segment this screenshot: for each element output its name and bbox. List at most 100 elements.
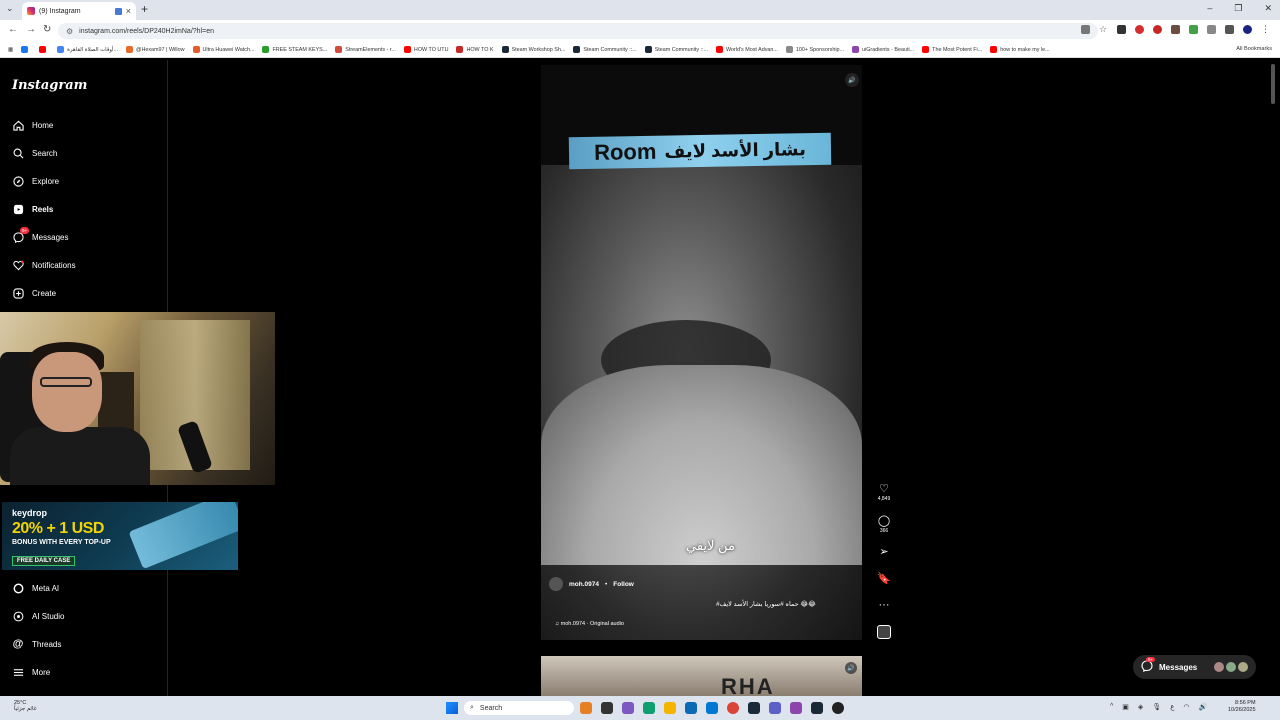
more-options-action[interactable]: ··· <box>874 599 894 611</box>
browser-menu-icon[interactable]: ⋮ <box>1261 25 1270 34</box>
next-reel-video[interactable]: RHA <box>541 656 862 696</box>
sidebar-item-home[interactable]: Home <box>12 119 53 131</box>
extension-icon[interactable] <box>1153 25 1162 34</box>
media-playing-icon[interactable] <box>114 7 122 15</box>
bookmark-item[interactable]: Steam Workshop Sh... <box>501 46 565 53</box>
chevron-up-icon[interactable]: ^ <box>1110 703 1113 711</box>
address-bar[interactable]: ⚙ instagram.com/reels/DP240H2imNa/?hl=en <box>58 23 1098 39</box>
extension-icon[interactable] <box>1117 25 1126 34</box>
taskbar-app-icon[interactable] <box>580 702 592 714</box>
apps-grid-icon[interactable]: ▦ <box>8 47 13 53</box>
sidebar-item-ai-studio[interactable]: AI Studio <box>12 610 64 622</box>
start-button[interactable] <box>446 702 458 714</box>
bookmark-item[interactable]: Steam Community ::... <box>644 46 708 53</box>
bookmark-item[interactable]: أوقات الصلاة القاهرة... <box>57 46 118 53</box>
forward-icon[interactable]: → <box>26 24 36 35</box>
wifi-icon[interactable]: ◠ <box>1183 703 1189 711</box>
bookmark-item[interactable]: @Hexam97 | Willow <box>126 46 185 53</box>
share-icon[interactable]: ➢ <box>879 546 888 558</box>
author-avatar[interactable] <box>549 577 563 591</box>
sidebar-item-more[interactable]: More <box>12 666 50 678</box>
bookmark-item[interactable]: World's Most Advan... <box>716 46 778 53</box>
bookmark-item[interactable]: The Most Potent Fi... <box>922 46 982 53</box>
bookmark-item[interactable]: how to make my le... <box>990 46 1050 53</box>
comment-icon[interactable]: ◯ <box>878 515 890 527</box>
steam-icon[interactable] <box>748 702 760 714</box>
tab-search-icon[interactable]: ⌄ <box>6 3 14 14</box>
speaker-icon[interactable]: 🔊 <box>1199 703 1208 711</box>
taskbar-app-icon[interactable] <box>685 702 697 714</box>
microphone-icon[interactable]: 🎙 <box>1152 703 1161 711</box>
language-icon[interactable]: ع <box>1170 703 1174 711</box>
save-action[interactable]: 🔖 <box>874 573 894 585</box>
extension-icon[interactable] <box>1135 25 1144 34</box>
sidebar-item-threads[interactable]: @ Threads <box>12 638 62 650</box>
taskbar-app-icon[interactable] <box>622 702 634 714</box>
taskbar-app-icon[interactable] <box>601 702 613 714</box>
profile-avatar[interactable] <box>1243 25 1252 34</box>
ad-free-case-button[interactable]: FREE DAILY CASE <box>12 556 76 566</box>
tray-app-icon[interactable]: ◈ <box>1138 703 1143 711</box>
steam-icon[interactable] <box>811 702 823 714</box>
teams-icon[interactable] <box>769 702 781 714</box>
restore-icon[interactable]: ❐ <box>1234 3 1242 14</box>
back-icon[interactable]: ← <box>8 24 18 35</box>
sidebar-item-meta-ai[interactable]: Meta AI <box>12 582 59 594</box>
keydrop-ad-banner[interactable]: keydrop 20% + 1 USD BONUS WITH EVERY TOP… <box>2 502 238 570</box>
instagram-logo[interactable]: Instagram <box>12 78 87 93</box>
author-username[interactable]: moh.0974 <box>569 581 599 588</box>
share-action[interactable]: ➢ <box>874 546 894 558</box>
taskbar-app-icon[interactable] <box>832 702 844 714</box>
close-window-icon[interactable]: ✕ <box>1264 3 1272 14</box>
cast-icon[interactable] <box>1081 25 1090 34</box>
sidebar-item-notifications[interactable]: Notifications <box>12 259 76 271</box>
extension-icon[interactable] <box>1189 25 1198 34</box>
bookmark-icon[interactable]: 🔖 <box>877 573 891 585</box>
browser-tab-instagram[interactable]: (9) Instagram × <box>22 2 136 20</box>
sidebar-item-reels[interactable]: Reels <box>12 203 53 215</box>
reel-description[interactable]: #حماه #سوريا بشار الأسد لايف 😂😂 <box>716 600 816 608</box>
bookmark-item[interactable]: StreamElements - r... <box>335 46 396 53</box>
outlook-icon[interactable] <box>706 702 718 714</box>
reel-audio-link[interactable]: ♫ moh.0974 · Original audio <box>555 621 624 627</box>
file-explorer-icon[interactable] <box>664 702 676 714</box>
new-tab-button[interactable]: + <box>141 2 148 16</box>
volume-icon[interactable]: 🔊 <box>845 73 859 87</box>
more-options-icon[interactable]: ··· <box>879 599 890 611</box>
scrollbar-thumb[interactable] <box>1271 64 1275 104</box>
follow-button[interactable]: Follow <box>613 581 634 588</box>
all-bookmarks-link[interactable]: All Bookmarks <box>1236 46 1272 52</box>
comment-action[interactable]: ◯ 366 <box>874 515 894 534</box>
bookmark-item[interactable]: uiGradients - Beauti... <box>852 46 914 53</box>
bookmark-item[interactable]: 100+ Sponsorship... <box>785 46 844 53</box>
tray-app-icon[interactable]: ▣ <box>1122 703 1129 711</box>
reload-icon[interactable]: ↻ <box>43 24 51 35</box>
sidebar-item-explore[interactable]: Explore <box>12 175 59 187</box>
taskbar-app-icon[interactable] <box>790 702 802 714</box>
weather-widget[interactable]: 25°C غائم جزئياً <box>14 700 37 712</box>
site-info-icon[interactable]: ⚙ <box>66 27 73 36</box>
sidebar-icon[interactable] <box>1225 25 1234 34</box>
taskbar-app-icon[interactable] <box>643 702 655 714</box>
taskbar-clock[interactable]: 8:56 PM 10/26/2025 <box>1228 700 1256 714</box>
sidebar-item-messages[interactable]: 9+ Messages <box>12 227 68 243</box>
extensions-puzzle-icon[interactable] <box>1207 25 1216 34</box>
taskbar-search[interactable]: ⌕ Search <box>464 701 574 715</box>
heart-icon[interactable]: ♡ <box>879 483 889 495</box>
volume-icon[interactable]: 🔊 <box>845 662 857 674</box>
like-action[interactable]: ♡ 4,849 <box>874 483 894 502</box>
tab-close-icon[interactable]: × <box>126 6 131 16</box>
bookmark-item[interactable]: Steam Community ::... <box>573 46 637 53</box>
bookmark-star-icon[interactable]: ☆ <box>1099 25 1108 34</box>
minimize-icon[interactable]: – <box>1207 3 1212 14</box>
audio-thumbnail-icon[interactable] <box>877 625 891 639</box>
bookmark-item[interactable]: HOW TO K <box>456 46 494 53</box>
audio-thumbnail[interactable] <box>874 625 894 639</box>
extension-icon[interactable] <box>1171 25 1180 34</box>
sidebar-item-search[interactable]: Search <box>12 147 57 159</box>
bookmark-item[interactable]: FREE STEAM KEYS... <box>262 46 327 53</box>
chrome-icon[interactable] <box>727 702 739 714</box>
bookmark-item[interactable]: Ultra Huawei Watch... <box>192 46 254 53</box>
bookmark-item[interactable]: HOW TO UTU <box>403 46 448 53</box>
page-scrollbar[interactable] <box>1270 62 1276 696</box>
